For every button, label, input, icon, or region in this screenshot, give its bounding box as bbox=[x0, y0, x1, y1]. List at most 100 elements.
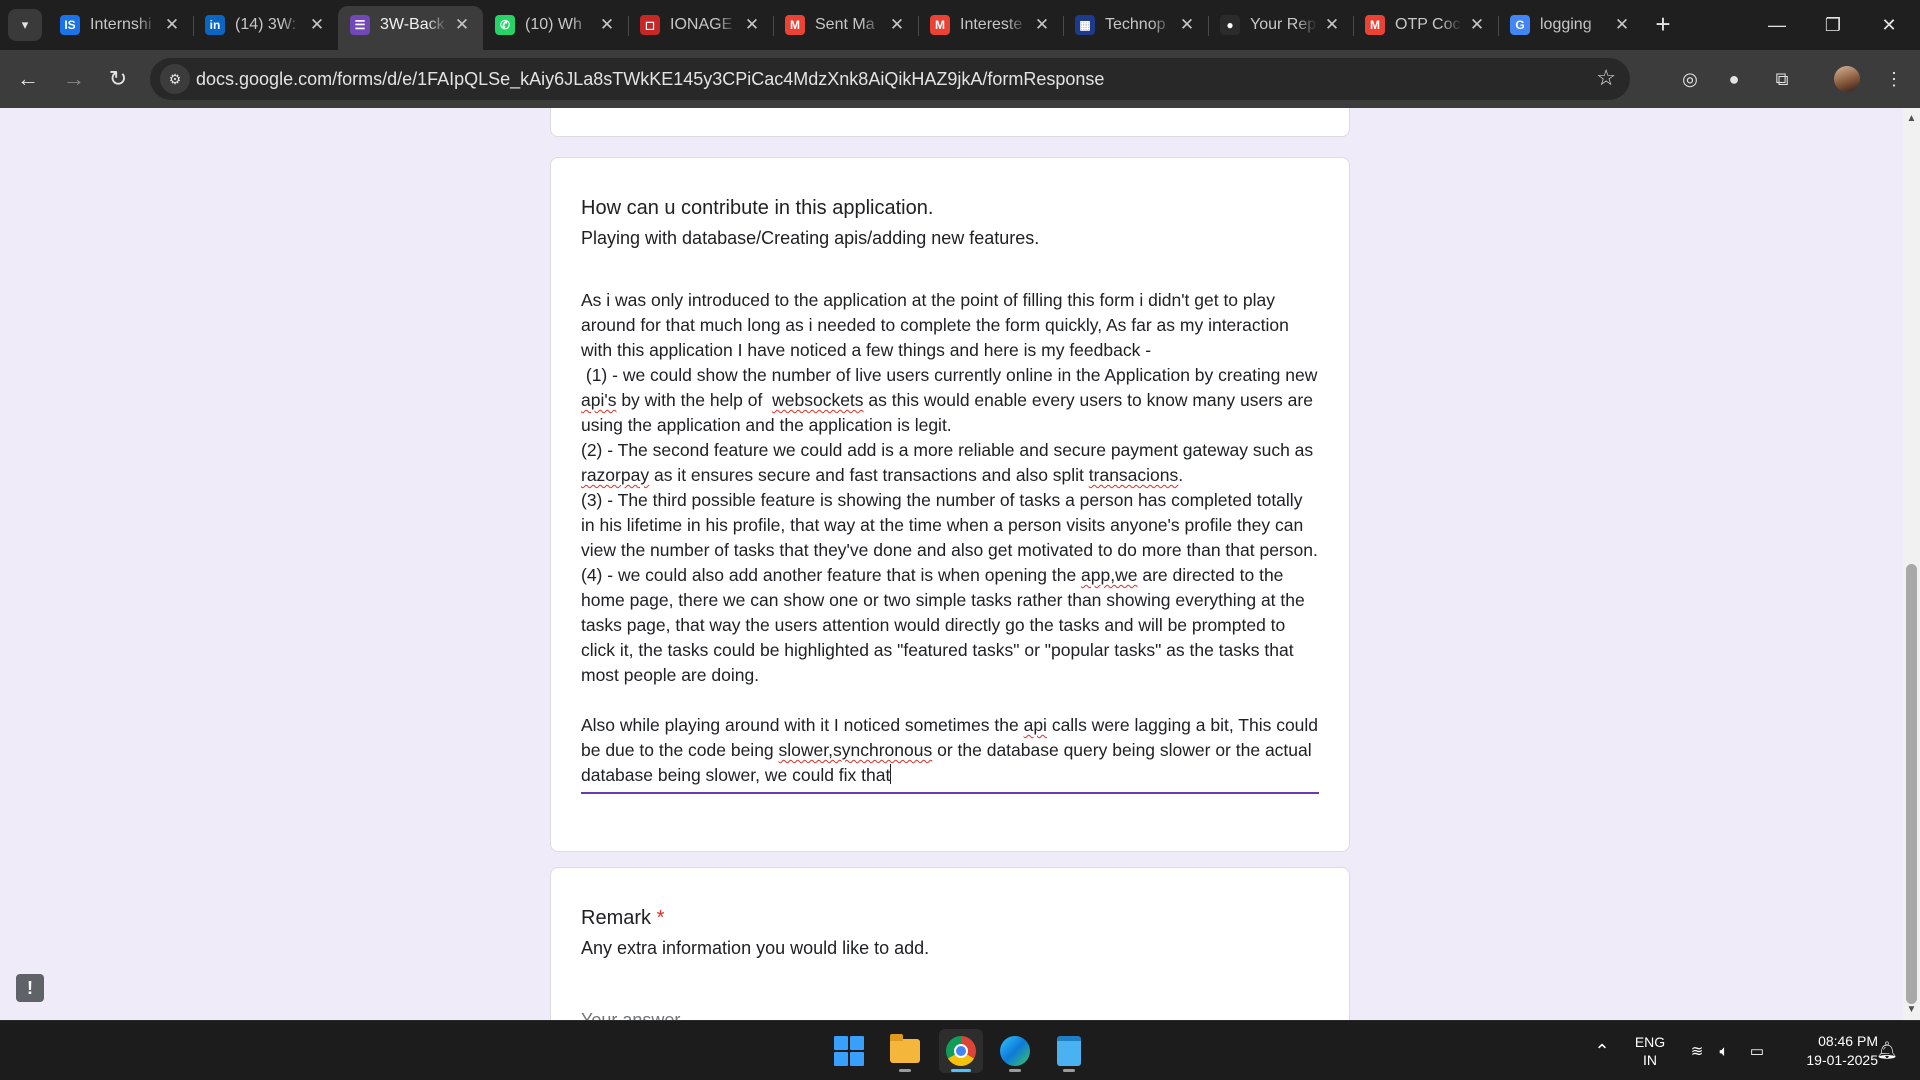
url-text[interactable]: docs.google.com/forms/d/e/1FAIpQLSe_kAiy… bbox=[196, 69, 1104, 90]
tab-search-button[interactable]: ▾ bbox=[8, 9, 42, 41]
clock-date: 19-01-2025 bbox=[1806, 1052, 1878, 1068]
remark-title-text: Remark bbox=[581, 907, 652, 929]
tab-title: OTP Coc bbox=[1395, 16, 1461, 33]
language-code: ENG bbox=[1634, 1034, 1666, 1050]
tab-close-icon[interactable]: ✕ bbox=[453, 15, 471, 35]
extension-icon[interactable]: ● bbox=[1720, 65, 1748, 93]
browser-tab[interactable]: ● Your Rep ✕ bbox=[1208, 6, 1353, 44]
remark-answer-input[interactable]: Your answer bbox=[581, 1010, 1319, 1020]
profile-avatar[interactable] bbox=[1834, 66, 1860, 92]
chrome-taskbar-button[interactable] bbox=[939, 1029, 983, 1073]
misspelled-word: slower,synchronous bbox=[778, 740, 933, 760]
gmail-icon: M bbox=[1365, 15, 1385, 35]
github-icon: ● bbox=[1220, 15, 1240, 35]
misspelled-word: app,we bbox=[1081, 565, 1138, 585]
clock[interactable]: 08:46 PM 19-01-2025 bbox=[1778, 1021, 1878, 1080]
volume-icon[interactable]: 🔈︎ bbox=[1712, 1021, 1736, 1080]
close-window-button[interactable]: ✕ bbox=[1864, 8, 1914, 42]
tab-close-icon[interactable]: ✕ bbox=[1613, 15, 1631, 35]
answer-text: by with the help of bbox=[616, 390, 773, 410]
incognito-extension-icon[interactable]: ◎ bbox=[1676, 65, 1704, 93]
start-button[interactable] bbox=[827, 1029, 871, 1073]
whatsapp-icon: ✆ bbox=[495, 15, 515, 35]
folder-icon bbox=[890, 1034, 920, 1063]
text-caret bbox=[890, 764, 892, 784]
language-indicator[interactable]: ENG IN bbox=[1630, 1021, 1670, 1080]
misspelled-word: transacions bbox=[1088, 465, 1179, 485]
back-button[interactable]: ← bbox=[12, 63, 44, 95]
google-icon: G bbox=[1510, 15, 1530, 35]
tab-title: Intereste bbox=[960, 16, 1023, 33]
ionage-icon: ◻ bbox=[640, 15, 660, 35]
minimize-button[interactable]: — bbox=[1752, 8, 1802, 42]
bookmark-star-icon[interactable]: ☆ bbox=[1596, 65, 1616, 91]
misspelled-word: api bbox=[1023, 715, 1047, 735]
tab-title: (10) Wh bbox=[525, 16, 582, 33]
browser-tab[interactable]: IS Internshi ✕ bbox=[48, 6, 193, 44]
remark-description: Any extra information you would like to … bbox=[581, 938, 930, 958]
windows-taskbar: ⌃ ENG IN ≋ 🔈︎ ▭ 08:46 PM 19-01-2025 🔔︎ bbox=[0, 1020, 1920, 1080]
report-feedback-icon[interactable]: ! bbox=[16, 974, 44, 1002]
tab-title: Sent Ma bbox=[815, 16, 875, 33]
page-scrollbar[interactable]: ▲ ▼ bbox=[1903, 108, 1920, 1020]
new-tab-button[interactable]: + bbox=[1648, 10, 1678, 40]
previous-question-card bbox=[550, 108, 1350, 137]
extensions-puzzle-icon[interactable]: ⧉ bbox=[1768, 65, 1796, 93]
tab-title: IONAGE bbox=[670, 16, 733, 33]
wifi-icon[interactable]: ≋ bbox=[1684, 1021, 1710, 1080]
tab-close-icon[interactable]: ✕ bbox=[1323, 15, 1341, 35]
browser-tab[interactable]: ◻ IONAGE ✕ bbox=[628, 6, 773, 44]
edge-taskbar-button[interactable] bbox=[993, 1029, 1037, 1073]
address-bar[interactable]: ⚙ docs.google.com/forms/d/e/1FAIpQLSe_kA… bbox=[150, 58, 1630, 100]
scroll-down-arrow-icon[interactable]: ▼ bbox=[1903, 1001, 1920, 1018]
file-explorer-button[interactable] bbox=[883, 1029, 927, 1073]
form-page: How can u contribute in this application… bbox=[0, 108, 1903, 1020]
tab-title: 3W-Back bbox=[380, 16, 445, 33]
remark-title: Remark * bbox=[581, 904, 1319, 932]
site-info-icon[interactable]: ⚙ bbox=[160, 64, 190, 94]
tab-close-icon[interactable]: ✕ bbox=[1468, 15, 1486, 35]
gmail-icon: M bbox=[930, 15, 950, 35]
tab-title: Internshi bbox=[90, 16, 152, 33]
tab-close-icon[interactable]: ✕ bbox=[1178, 15, 1196, 35]
browser-tab[interactable]: M OTP Coc ✕ bbox=[1353, 6, 1498, 44]
forward-button[interactable]: → bbox=[58, 63, 90, 95]
clock-time: 08:46 PM bbox=[1818, 1033, 1878, 1049]
restore-button[interactable]: ❐ bbox=[1808, 8, 1858, 42]
browser-tab[interactable]: M Sent Ma ✕ bbox=[773, 6, 918, 44]
gmail-icon: M bbox=[785, 15, 805, 35]
misspelled-word: razorpay bbox=[581, 465, 650, 485]
tab-close-icon[interactable]: ✕ bbox=[743, 15, 761, 35]
tab-title: Technop bbox=[1105, 16, 1166, 33]
answer-textarea[interactable]: As i was only introduced to the applicat… bbox=[581, 288, 1319, 794]
tab-close-icon[interactable]: ✕ bbox=[308, 15, 326, 35]
tab-title: Your Rep bbox=[1250, 16, 1317, 33]
menu-kebab-icon[interactable]: ⋮ bbox=[1880, 65, 1908, 93]
reload-button[interactable]: ↻ bbox=[102, 63, 134, 95]
answer-text: as it ensures secure and fast transactio… bbox=[649, 465, 1089, 485]
browser-tab-strip: ▾ IS Internshi ✕ in (14) 3W: ✕ ☰ 3W-Back ✕ ✆ (10) … bbox=[0, 0, 1920, 50]
tab-close-icon[interactable]: ✕ bbox=[888, 15, 906, 35]
tab-list: IS Internshi ✕ in (14) 3W: ✕ ☰ 3W-Back ✕ ✆ (10) Wh… bbox=[48, 6, 1643, 50]
show-hidden-icons-chevron-icon[interactable]: ⌃ bbox=[1590, 1021, 1614, 1080]
browser-tab[interactable]: in (14) 3W: ✕ bbox=[193, 6, 338, 44]
browser-tab[interactable]: Glogging ✕ bbox=[1498, 6, 1643, 44]
browser-tab[interactable]: M Intereste ✕ bbox=[918, 6, 1063, 44]
scrollbar-thumb[interactable] bbox=[1906, 564, 1917, 1004]
scroll-up-arrow-icon[interactable]: ▲ bbox=[1903, 110, 1920, 127]
tab-close-icon[interactable]: ✕ bbox=[1033, 15, 1051, 35]
browser-tab[interactable]: ▦ Technop ✕ bbox=[1063, 6, 1208, 44]
remark-card: Remark * Any extra information you would… bbox=[550, 867, 1350, 1020]
notepad-taskbar-button[interactable] bbox=[1047, 1029, 1091, 1073]
chrome-icon bbox=[946, 1036, 976, 1066]
internshala-icon: IS bbox=[60, 15, 80, 35]
notification-bell-icon[interactable]: 🔔︎ bbox=[1872, 1021, 1902, 1080]
google-forms-icon: ☰ bbox=[350, 15, 370, 35]
question-card: How can u contribute in this application… bbox=[550, 157, 1350, 852]
browser-tab[interactable]: ✆ (10) Wh ✕ bbox=[483, 6, 628, 44]
tab-close-icon[interactable]: ✕ bbox=[163, 15, 181, 35]
answer-text: are directed to the home page, there we … bbox=[581, 565, 1305, 735]
battery-icon[interactable]: ▭ bbox=[1744, 1021, 1770, 1080]
browser-tab[interactable]: ☰ 3W-Back ✕ bbox=[338, 6, 483, 50]
tab-close-icon[interactable]: ✕ bbox=[598, 15, 616, 35]
